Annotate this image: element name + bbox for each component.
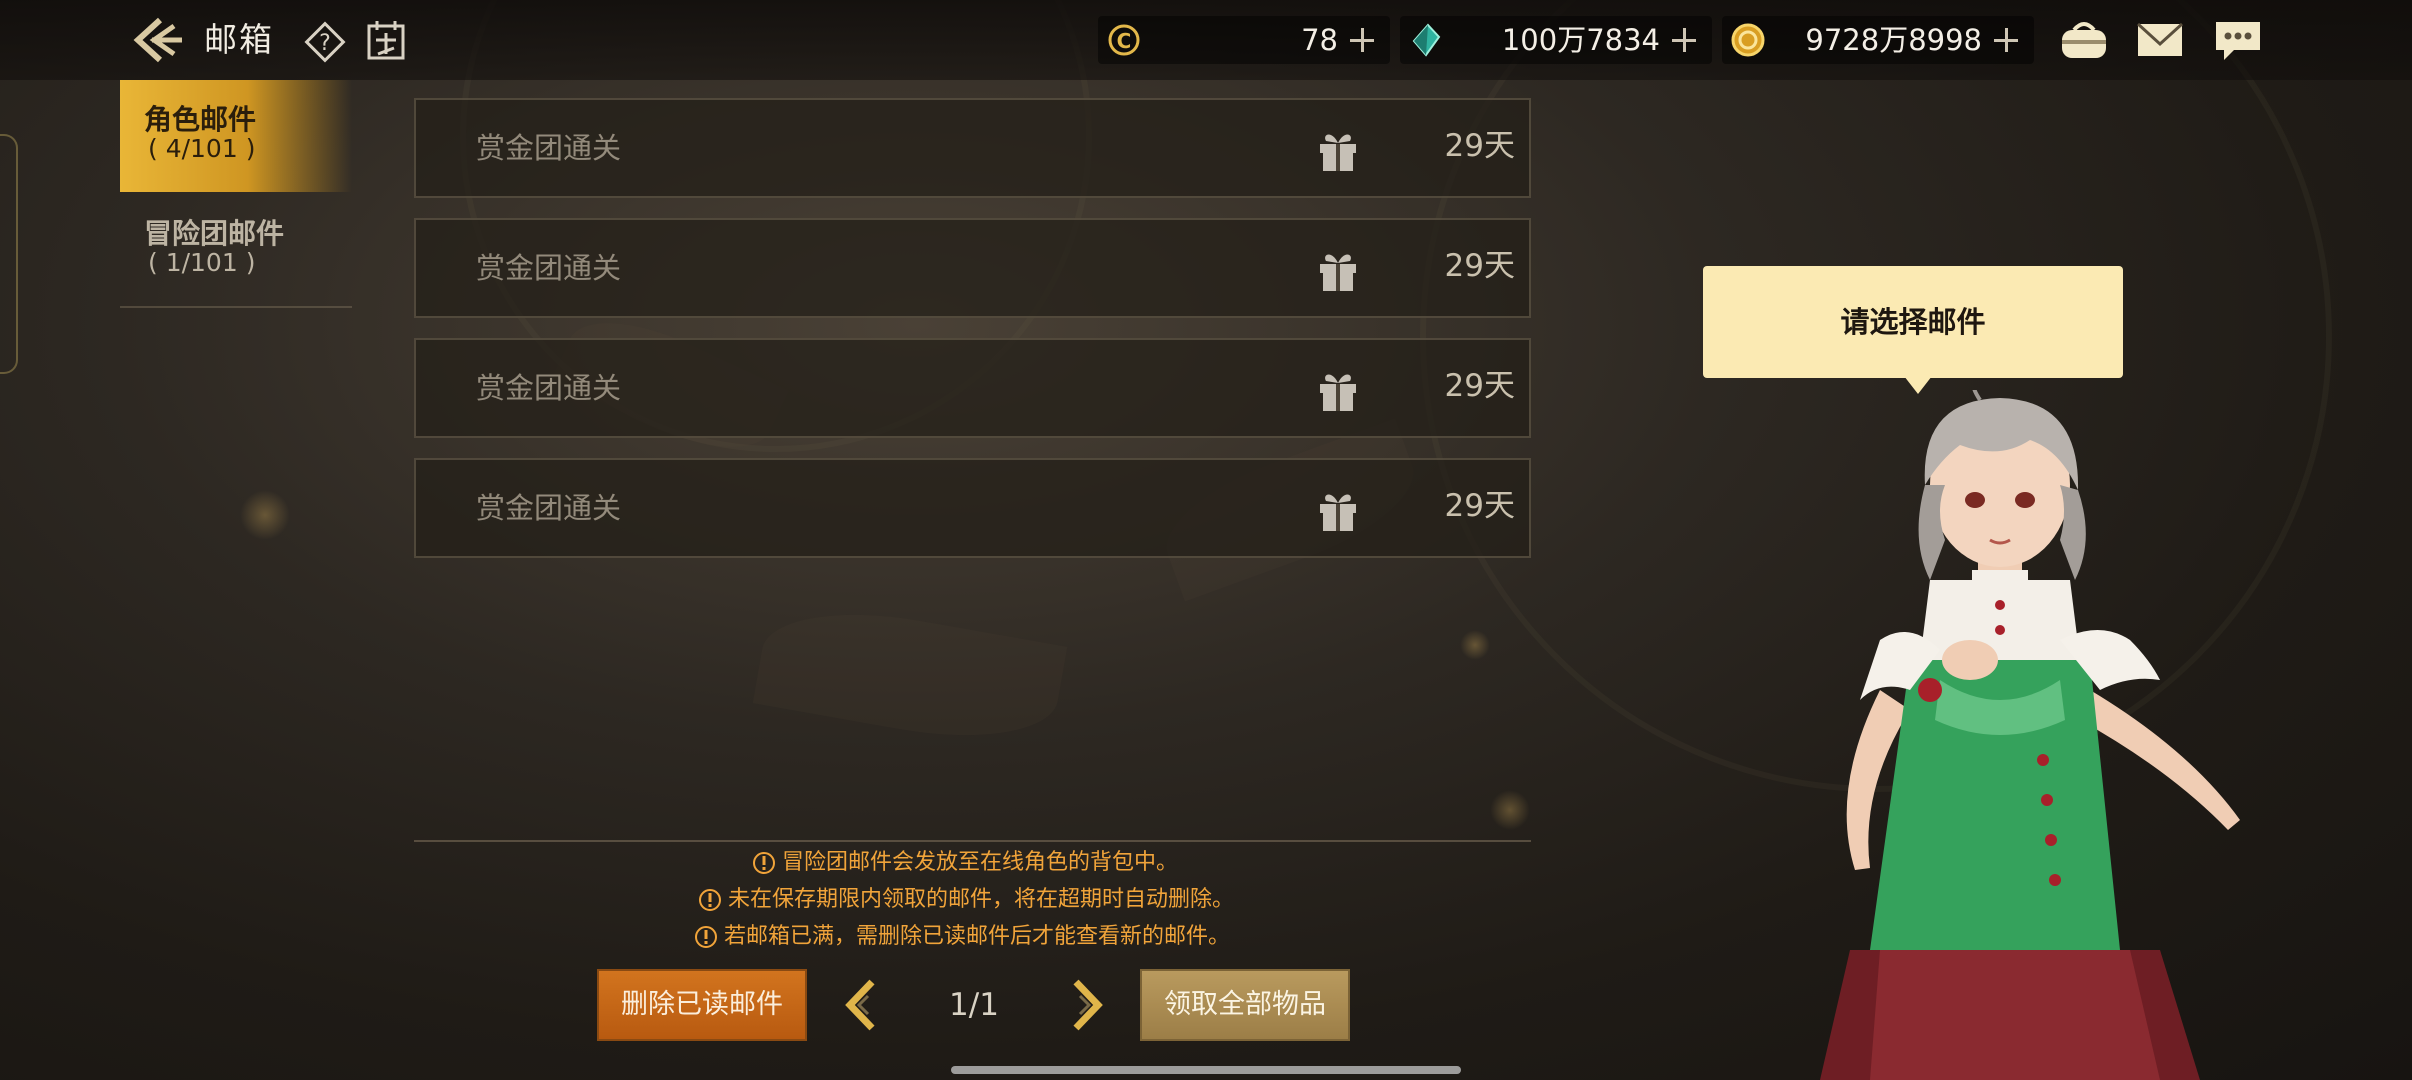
tab-count: ( 4/101 ) [148, 134, 256, 163]
mail-icon [2136, 22, 2184, 56]
calendar-button[interactable] [364, 18, 408, 62]
gold-coin-icon [1731, 23, 1765, 57]
tab-label: 冒险团邮件 [144, 217, 285, 250]
currency-crystal: 100万7834 [1400, 16, 1712, 64]
delete-read-mail-button[interactable]: 删除已读邮件 [597, 969, 807, 1041]
mail-expiry: 29天 [1444, 368, 1515, 404]
back-arrow-icon [133, 17, 182, 63]
add-c-coin-button[interactable] [1344, 22, 1380, 58]
chevron-left-icon [845, 979, 875, 1031]
mail-expiry: 29天 [1444, 248, 1515, 284]
currency-value: 9728万8998 [1805, 23, 1982, 57]
gift-icon [1320, 134, 1356, 171]
chat-icon [2216, 22, 2260, 60]
notice-text: 未在保存期限内领取的邮件，将在超期时自动删除。 [728, 887, 1235, 912]
currency-c-coin: C 78 [1098, 16, 1390, 64]
npc-character-illustration [1820, 390, 2240, 1080]
prev-page-button[interactable] [838, 976, 888, 1034]
notice-line: 冒险团邮件会发放至在线角色的背包中。 [752, 847, 1178, 879]
gift-icon [1320, 254, 1356, 291]
notice-text: 冒险团邮件会发放至在线角色的背包中。 [782, 850, 1179, 875]
mail-button[interactable] [2134, 16, 2186, 64]
home-indicator[interactable] [951, 1066, 1461, 1074]
calendar-icon [367, 21, 405, 60]
svg-text:?: ? [319, 31, 331, 56]
mail-title: 赏金团通关 [476, 491, 622, 525]
claim-all-button[interactable]: 领取全部物品 [1140, 969, 1350, 1041]
bag-icon [2062, 22, 2106, 58]
mail-item[interactable]: 赏金团通关 29天 [414, 458, 1531, 558]
top-bar: 邮箱 ? C 78 100万7834 9728万8998 [0, 0, 2412, 80]
page-title: 邮箱 [204, 20, 274, 59]
warning-icon [695, 926, 717, 948]
question-icon: ? [304, 21, 346, 63]
currency-value: 78 [1301, 23, 1338, 57]
back-button[interactable] [130, 14, 186, 66]
mail-item[interactable]: 赏金团通关 29天 [414, 338, 1531, 438]
mail-expiry: 29天 [1444, 128, 1515, 164]
divider [414, 840, 1531, 842]
warning-icon [699, 889, 721, 911]
side-drawer-handle[interactable] [0, 134, 18, 374]
svg-text:C: C [1117, 29, 1132, 53]
tab-adventure-team-mail[interactable]: 冒险团邮件 ( 1/101 ) [120, 194, 352, 308]
mail-title: 赏金团通关 [476, 251, 622, 285]
tab-character-mail[interactable]: 角色邮件 ( 4/101 ) [120, 80, 352, 192]
chat-button[interactable] [2212, 16, 2264, 64]
gift-icon [1320, 374, 1356, 411]
gift-icon [1320, 494, 1356, 531]
page-indicator: 1/1 [949, 987, 999, 1023]
currency-value: 100万7834 [1501, 23, 1660, 57]
bag-button[interactable] [2058, 16, 2110, 64]
mail-title: 赏金团通关 [476, 371, 622, 405]
notice-line: 未在保存期限内领取的邮件，将在超期时自动删除。 [698, 884, 1234, 916]
tab-label: 角色邮件 [144, 103, 257, 136]
c-coin-icon: C [1108, 24, 1140, 56]
mail-item[interactable]: 赏金团通关 29天 [414, 218, 1531, 318]
notice-line: 若邮箱已满，需删除已读邮件后才能查看新的邮件。 [694, 921, 1230, 953]
notice-text: 若邮箱已满，需删除已读邮件后才能查看新的邮件。 [724, 924, 1231, 949]
help-button[interactable]: ? [303, 20, 347, 64]
mail-item[interactable]: 赏金团通关 29天 [414, 98, 1531, 198]
chevron-right-icon [1073, 979, 1103, 1031]
mail-title: 赏金团通关 [476, 131, 622, 165]
add-crystal-button[interactable] [1666, 22, 1702, 58]
currency-gold: 9728万8998 [1722, 16, 2034, 64]
tab-count: ( 1/101 ) [148, 248, 256, 277]
mail-expiry: 29天 [1444, 488, 1515, 524]
warning-icon [753, 852, 775, 874]
next-page-button[interactable] [1060, 976, 1110, 1034]
add-gold-button[interactable] [1988, 22, 2024, 58]
speech-bubble: 请选择邮件 [1703, 266, 2123, 378]
crystal-icon [1412, 23, 1441, 57]
